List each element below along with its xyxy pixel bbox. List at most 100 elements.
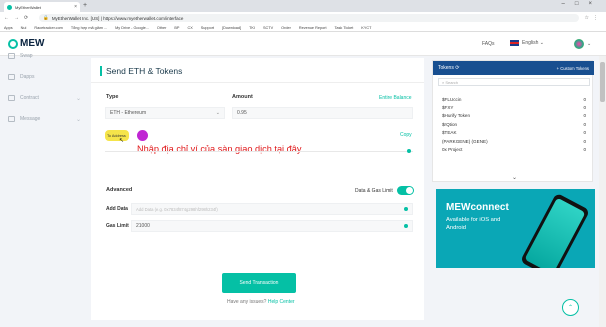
entire-balance-link[interactable]: Entire Balance: [379, 95, 412, 101]
sidebar-item-message[interactable]: Message ⌄: [8, 116, 81, 123]
issues-text: Have any issues? Help Center: [227, 299, 295, 305]
url-field[interactable]: 🔒 MyEtherWallet Inc. [US] | https://www.…: [39, 14, 579, 22]
swap-icon: [8, 53, 15, 59]
window-controls[interactable]: –□×: [562, 1, 602, 7]
divider: [91, 82, 424, 83]
sidebar-item-contract[interactable]: Contract ⌄: [8, 95, 81, 102]
valid-check-icon: [404, 224, 408, 228]
chevron-down-icon[interactable]: ⌄: [512, 174, 517, 181]
bookmark-item[interactable]: Nui: [21, 26, 27, 30]
sidebar-item-label: Swap: [20, 53, 33, 59]
sidebar-item-swap[interactable]: Swap: [8, 53, 33, 59]
bookmark-item[interactable]: TKI: [249, 26, 255, 30]
mew-logo[interactable]: MEW: [8, 38, 44, 49]
lock-icon: 🔒: [43, 15, 49, 20]
scroll-to-top-button[interactable]: ⌃: [562, 299, 579, 316]
tab-title: MyEtherWallet: [15, 4, 41, 10]
faqs-link[interactable]: FAQs: [482, 41, 495, 47]
sidebar-item-dapps[interactable]: Dapps: [8, 74, 34, 80]
add-data-input[interactable]: Add Data (e.g. 0x7834f874g298hf298h234f): [131, 203, 413, 215]
help-center-link[interactable]: Help Center: [268, 299, 295, 305]
address-bar-row: ←→⟳ 🔒 MyEtherWallet Inc. [US] | https://…: [0, 12, 606, 24]
list-item: $rQtion 0: [433, 120, 594, 128]
add-data-label: Add Data: [106, 206, 128, 212]
browser-actions-icon[interactable]: ☆⋮: [585, 15, 602, 21]
valid-check-icon: [404, 207, 408, 211]
bookmark-item[interactable]: Revenue Report: [299, 26, 327, 30]
token-name: $FXY: [442, 105, 454, 111]
scrollbar-thumb[interactable]: [600, 62, 605, 102]
amount-value: 0.95: [237, 110, 247, 116]
bookmark-item[interactable]: CX: [187, 26, 192, 30]
nav-buttons-icon[interactable]: ←→⟳: [4, 15, 33, 21]
url-text: MyEtherWallet Inc. [US] | https://www.my…: [51, 15, 184, 21]
token-balance: 0: [583, 121, 586, 127]
uk-flag-icon: [510, 40, 519, 46]
data-gas-limit-label: Data & Gas Limit: [355, 188, 393, 194]
chevron-down-icon[interactable]: ⌄: [587, 41, 591, 47]
chevron-down-icon: ⌄: [538, 40, 544, 46]
custom-tokens-button[interactable]: + Custom Tokens: [557, 66, 589, 71]
token-name: (PARKGENE) (GENE): [442, 138, 488, 144]
amount-input[interactable]: 0.95: [232, 107, 413, 119]
gas-limit-input[interactable]: 21000: [131, 220, 413, 232]
token-balance: 0: [583, 130, 586, 136]
mew-favicon-icon: [7, 4, 12, 10]
contract-icon: [8, 95, 15, 101]
bookmark-item[interactable]: Other: [157, 26, 167, 30]
token-balance: 0: [583, 147, 586, 153]
refresh-icon[interactable]: ⟳: [454, 65, 459, 71]
new-tab-icon[interactable]: +: [83, 2, 87, 9]
dapps-icon: [8, 74, 15, 80]
chevron-down-icon: ⌄: [76, 95, 82, 102]
address-identicon: [137, 130, 148, 141]
list-item: $TEAK 0: [433, 129, 594, 137]
phone-screen: [524, 197, 586, 268]
page-scrollbar[interactable]: [599, 56, 606, 327]
banner-title: MEWconnect: [446, 202, 509, 213]
wallet-avatar[interactable]: [574, 39, 584, 49]
token-balance: 0: [583, 96, 586, 102]
type-select[interactable]: ETH - Ethereum ⌄: [105, 107, 225, 119]
add-data-placeholder: Add Data (e.g. 0x7834f874g298hf298h234f): [136, 206, 218, 212]
bookmark-item[interactable]: [Download]: [222, 26, 241, 30]
amount-label: Amount: [232, 94, 253, 100]
bookmark-item[interactable]: KYCT: [361, 26, 371, 30]
to-address-label: To Address: [105, 130, 129, 141]
tokens-search-input[interactable]: ⌕ Search: [438, 78, 590, 86]
list-item: 0x Project 0: [433, 145, 594, 153]
issues-label: Have any issues?: [227, 299, 267, 305]
tokens-list: $FLUccin 0 $FXY 0 $Hurify Token 0 $rQtion 0 …: [433, 95, 594, 154]
bookmarks-bar: Apps Nui Racetracker.com Tổng hợp mã giả…: [0, 24, 606, 32]
bookmark-item[interactable]: Racetracker.com: [34, 26, 63, 30]
list-item: $FXY 0: [433, 103, 594, 111]
tokens-panel: Tokens ⟳ + Custom Tokens ⌕ Search $FLUcc…: [432, 60, 594, 182]
browser-tab-bar: MyEtherWallet × + –□×: [0, 0, 606, 12]
bookmark-item[interactable]: Task Ticket: [335, 26, 354, 30]
mewconnect-banner[interactable]: MEWconnect Available for iOS and Android: [436, 189, 595, 268]
bookmark-item[interactable]: Order: [281, 26, 291, 30]
bookmark-item[interactable]: Apps: [4, 26, 13, 30]
language-selector[interactable]: English ⌄: [510, 40, 544, 46]
data-gas-limit-toggle[interactable]: [397, 186, 414, 195]
copy-button[interactable]: Copy: [400, 132, 412, 138]
send-transaction-button[interactable]: Send Transaction: [222, 273, 296, 293]
browser-tab[interactable]: MyEtherWallet ×: [4, 2, 80, 12]
close-tab-icon[interactable]: ×: [74, 4, 77, 10]
bookmark-item[interactable]: BP: [174, 26, 179, 30]
sidebar-item-label: Dapps: [20, 74, 35, 80]
sidebar-item-label: Contract: [20, 95, 39, 101]
bookmark-item[interactable]: SCTV: [263, 26, 273, 30]
annotation-text: Nhập địa chỉ ví của sàn giao dịch tại đâ…: [137, 144, 302, 154]
list-item: (PARKGENE) (GENE) 0: [433, 137, 594, 145]
bookmark-item[interactable]: Tổng hợp mã giảm ...: [71, 26, 107, 30]
type-label: Type: [106, 94, 119, 100]
tokens-title: Tokens: [438, 65, 454, 71]
list-item: $Hurify Token 0: [433, 112, 594, 120]
logo-text: MEW: [20, 38, 45, 49]
bookmark-item[interactable]: Support: [201, 26, 214, 30]
token-name: 0x Project: [442, 147, 463, 153]
phone-image: [519, 192, 591, 268]
bookmark-item[interactable]: My Drive - Google...: [115, 26, 149, 30]
to-address-input[interactable]: [105, 151, 413, 152]
